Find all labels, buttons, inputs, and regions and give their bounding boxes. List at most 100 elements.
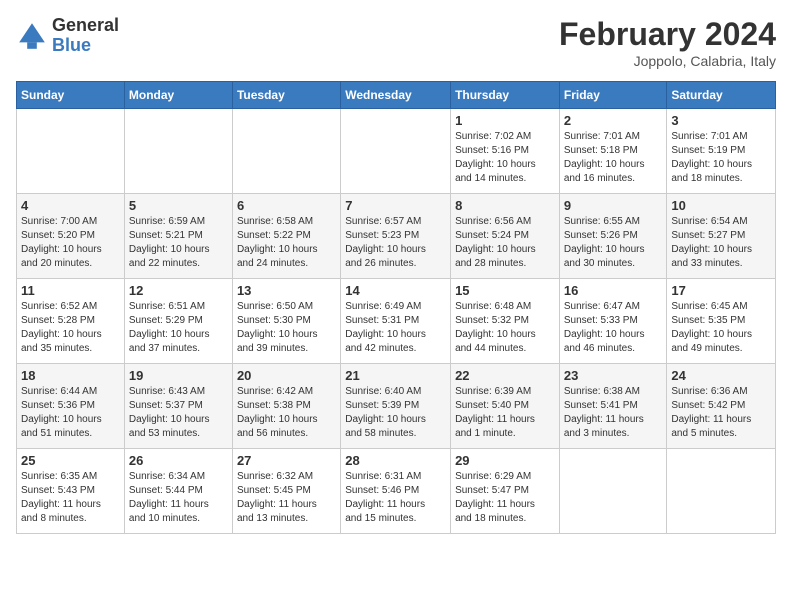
calendar-week-1: 1 Sunrise: 7:02 AM Sunset: 5:16 PM Daylig… <box>17 109 776 194</box>
calendar-cell: 14 Sunrise: 6:49 AM Sunset: 5:31 PM Dayli… <box>341 279 451 364</box>
day-number: 15 <box>455 283 555 298</box>
calendar-cell: 27 Sunrise: 6:32 AM Sunset: 5:45 PM Dayli… <box>232 449 340 534</box>
day-info: Sunrise: 6:50 AM Sunset: 5:30 PM Dayligh… <box>237 300 336 356</box>
day-number: 12 <box>129 283 228 298</box>
day-number: 6 <box>237 198 336 213</box>
calendar-cell <box>559 449 667 534</box>
calendar-cell <box>341 109 451 194</box>
calendar-cell: 4 Sunrise: 7:00 AM Sunset: 5:20 PM Daylig… <box>17 194 125 279</box>
day-info: Sunrise: 7:02 AM Sunset: 5:16 PM Dayligh… <box>455 130 555 186</box>
day-number: 26 <box>129 453 228 468</box>
calendar-cell: 11 Sunrise: 6:52 AM Sunset: 5:28 PM Dayli… <box>17 279 125 364</box>
day-number: 9 <box>564 198 663 213</box>
weekday-header-saturday: Saturday <box>667 82 776 109</box>
calendar-cell: 8Sunrise: 6:56 AM Sunset: 5:24 PM Daylig… <box>451 194 560 279</box>
calendar-cell: 9 Sunrise: 6:55 AM Sunset: 5:26 PM Daylig… <box>559 194 667 279</box>
day-info: Sunrise: 7:01 AM Sunset: 5:19 PM Dayligh… <box>671 130 771 186</box>
calendar-cell: 22 Sunrise: 6:39 AM Sunset: 5:40 PM Dayli… <box>451 364 560 449</box>
day-number: 14 <box>345 283 446 298</box>
logo-icon <box>16 20 48 52</box>
day-number: 5 <box>129 198 228 213</box>
day-info: Sunrise: 7:00 AM Sunset: 5:20 PM Dayligh… <box>21 215 120 271</box>
day-number: 4 <box>21 198 120 213</box>
day-info: Sunrise: 6:51 AM Sunset: 5:29 PM Dayligh… <box>129 300 228 356</box>
day-number: 3 <box>671 113 771 128</box>
day-number: 24 <box>671 368 771 383</box>
calendar-cell: 13Sunrise: 6:50 AM Sunset: 5:30 PM Dayli… <box>232 279 340 364</box>
calendar-cell: 19 Sunrise: 6:43 AM Sunset: 5:37 PM Dayli… <box>124 364 232 449</box>
day-number: 20 <box>237 368 336 383</box>
calendar-cell: 25Sunrise: 6:35 AM Sunset: 5:43 PM Dayli… <box>17 449 125 534</box>
calendar-cell: 7 Sunrise: 6:57 AM Sunset: 5:23 PM Daylig… <box>341 194 451 279</box>
calendar-week-5: 25Sunrise: 6:35 AM Sunset: 5:43 PM Dayli… <box>17 449 776 534</box>
day-info: Sunrise: 6:38 AM Sunset: 5:41 PM Dayligh… <box>564 385 663 441</box>
calendar-cell: 12 Sunrise: 6:51 AM Sunset: 5:29 PM Dayli… <box>124 279 232 364</box>
weekday-header-tuesday: Tuesday <box>232 82 340 109</box>
calendar-cell <box>232 109 340 194</box>
logo-general-text: General <box>52 16 119 36</box>
day-number: 22 <box>455 368 555 383</box>
day-info: Sunrise: 6:39 AM Sunset: 5:40 PM Dayligh… <box>455 385 555 441</box>
calendar-cell: 29 Sunrise: 6:29 AM Sunset: 5:47 PM Dayli… <box>451 449 560 534</box>
day-info: Sunrise: 6:48 AM Sunset: 5:32 PM Dayligh… <box>455 300 555 356</box>
logo: General Blue <box>16 16 119 56</box>
page-header: General Blue February 2024 Joppolo, Cala… <box>16 16 776 69</box>
day-info: Sunrise: 6:45 AM Sunset: 5:35 PM Dayligh… <box>671 300 771 356</box>
weekday-header-friday: Friday <box>559 82 667 109</box>
calendar-week-3: 11 Sunrise: 6:52 AM Sunset: 5:28 PM Dayli… <box>17 279 776 364</box>
calendar-week-4: 18 Sunrise: 6:44 AM Sunset: 5:36 PM Dayli… <box>17 364 776 449</box>
day-info: Sunrise: 6:40 AM Sunset: 5:39 PM Dayligh… <box>345 385 446 441</box>
calendar-cell: 18 Sunrise: 6:44 AM Sunset: 5:36 PM Dayli… <box>17 364 125 449</box>
calendar-cell <box>124 109 232 194</box>
day-number: 7 <box>345 198 446 213</box>
day-info: Sunrise: 6:42 AM Sunset: 5:38 PM Dayligh… <box>237 385 336 441</box>
day-info: Sunrise: 6:47 AM Sunset: 5:33 PM Dayligh… <box>564 300 663 356</box>
calendar-cell: 26 Sunrise: 6:34 AM Sunset: 5:44 PM Dayli… <box>124 449 232 534</box>
day-number: 16 <box>564 283 663 298</box>
weekday-header-row: SundayMondayTuesdayWednesdayThursdayFrid… <box>17 82 776 109</box>
day-info: Sunrise: 6:57 AM Sunset: 5:23 PM Dayligh… <box>345 215 446 271</box>
calendar-cell <box>17 109 125 194</box>
day-info: Sunrise: 7:01 AM Sunset: 5:18 PM Dayligh… <box>564 130 663 186</box>
month-title: February 2024 <box>559 16 776 53</box>
day-info: Sunrise: 6:58 AM Sunset: 5:22 PM Dayligh… <box>237 215 336 271</box>
calendar-cell: 5 Sunrise: 6:59 AM Sunset: 5:21 PM Daylig… <box>124 194 232 279</box>
weekday-header-monday: Monday <box>124 82 232 109</box>
calendar-cell: 17 Sunrise: 6:45 AM Sunset: 5:35 PM Dayli… <box>667 279 776 364</box>
logo-text: General Blue <box>52 16 119 56</box>
day-info: Sunrise: 6:52 AM Sunset: 5:28 PM Dayligh… <box>21 300 120 356</box>
day-number: 29 <box>455 453 555 468</box>
day-info: Sunrise: 6:36 AM Sunset: 5:42 PM Dayligh… <box>671 385 771 441</box>
day-info: Sunrise: 6:49 AM Sunset: 5:31 PM Dayligh… <box>345 300 446 356</box>
day-number: 19 <box>129 368 228 383</box>
weekday-header-sunday: Sunday <box>17 82 125 109</box>
day-info: Sunrise: 6:29 AM Sunset: 5:47 PM Dayligh… <box>455 470 555 526</box>
calendar-cell: 1 Sunrise: 7:02 AM Sunset: 5:16 PM Daylig… <box>451 109 560 194</box>
day-number: 2 <box>564 113 663 128</box>
day-number: 11 <box>21 283 120 298</box>
day-number: 28 <box>345 453 446 468</box>
calendar-cell: 23Sunrise: 6:38 AM Sunset: 5:41 PM Dayli… <box>559 364 667 449</box>
calendar-table: SundayMondayTuesdayWednesdayThursdayFrid… <box>16 81 776 534</box>
day-info: Sunrise: 6:34 AM Sunset: 5:44 PM Dayligh… <box>129 470 228 526</box>
calendar-cell: 28Sunrise: 6:31 AM Sunset: 5:46 PM Dayli… <box>341 449 451 534</box>
title-block: February 2024 Joppolo, Calabria, Italy <box>559 16 776 69</box>
day-info: Sunrise: 6:55 AM Sunset: 5:26 PM Dayligh… <box>564 215 663 271</box>
day-number: 25 <box>21 453 120 468</box>
day-info: Sunrise: 6:43 AM Sunset: 5:37 PM Dayligh… <box>129 385 228 441</box>
calendar-week-2: 4 Sunrise: 7:00 AM Sunset: 5:20 PM Daylig… <box>17 194 776 279</box>
day-number: 1 <box>455 113 555 128</box>
calendar-cell: 21Sunrise: 6:40 AM Sunset: 5:39 PM Dayli… <box>341 364 451 449</box>
day-info: Sunrise: 6:32 AM Sunset: 5:45 PM Dayligh… <box>237 470 336 526</box>
calendar-cell: 3 Sunrise: 7:01 AM Sunset: 5:19 PM Daylig… <box>667 109 776 194</box>
calendar-cell: 20 Sunrise: 6:42 AM Sunset: 5:38 PM Dayli… <box>232 364 340 449</box>
day-info: Sunrise: 6:44 AM Sunset: 5:36 PM Dayligh… <box>21 385 120 441</box>
weekday-header-wednesday: Wednesday <box>341 82 451 109</box>
day-number: 17 <box>671 283 771 298</box>
day-number: 18 <box>21 368 120 383</box>
day-number: 27 <box>237 453 336 468</box>
day-number: 8 <box>455 198 555 213</box>
day-number: 10 <box>671 198 771 213</box>
day-info: Sunrise: 6:59 AM Sunset: 5:21 PM Dayligh… <box>129 215 228 271</box>
calendar-cell <box>667 449 776 534</box>
